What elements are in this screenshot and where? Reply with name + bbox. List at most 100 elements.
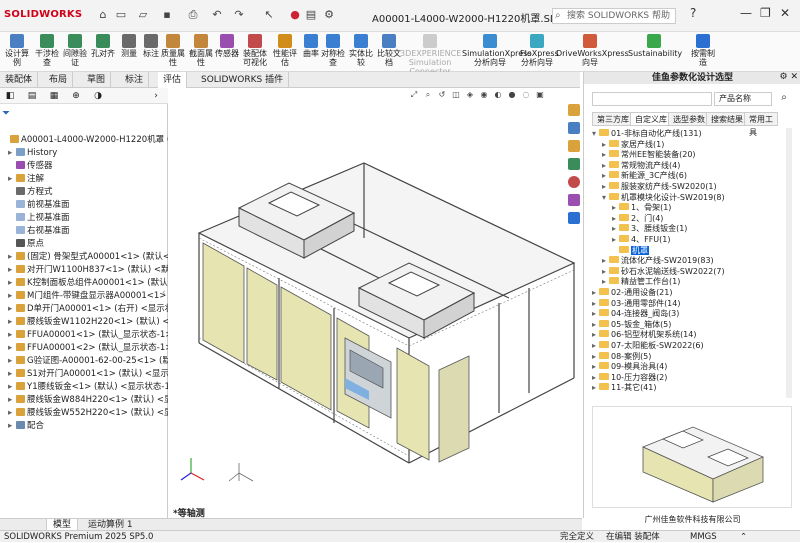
tree-item[interactable]: A00001-L4000-W2000-H1220机罩 (默认 — [0, 134, 168, 146]
expand-toggle[interactable]: ▸ — [8, 147, 16, 159]
ribbon-button[interactable]: 设计算 例 — [2, 34, 32, 70]
ribbon-button[interactable]: 间隙验 证 — [60, 34, 90, 70]
filter-icon[interactable]: ⏷ — [2, 108, 10, 119]
library-item[interactable]: ▸ 3、腰线钣金(1) — [612, 223, 687, 234]
plugin-pane-icon[interactable] — [568, 212, 580, 224]
expand-toggle[interactable]: ▸ — [8, 342, 16, 354]
restore-button[interactable]: ❐ — [760, 6, 771, 20]
tab-2[interactable]: 草图 — [82, 72, 112, 88]
tree-item[interactable]: ▸ (固定) 骨架型式A00001<1> (默认<扰 — [0, 251, 168, 263]
status-expand-icon[interactable]: ⌃ — [740, 531, 747, 543]
property-manager-icon[interactable]: ▤ — [26, 90, 38, 102]
expand-toggle[interactable]: ▸ — [592, 319, 599, 330]
dimxpert-icon[interactable]: ⊕ — [70, 90, 82, 102]
expand-toggle[interactable]: ▸ — [8, 394, 16, 406]
expand-toggle[interactable]: ▸ — [612, 234, 619, 245]
expand-toggle[interactable]: ▸ — [8, 407, 16, 419]
feature-manager-icon[interactable]: ◧ — [4, 90, 16, 102]
tree-item[interactable]: ▸ 腰线钣金W884H220<1> (默认) <显 — [0, 394, 168, 406]
expand-toggle[interactable]: ▸ — [8, 277, 16, 289]
tree-item[interactable]: ▸ 注解 — [0, 173, 168, 185]
select-icon[interactable]: ↖ — [262, 8, 276, 22]
expand-toggle[interactable]: ▸ — [612, 202, 619, 213]
appearances-icon[interactable] — [568, 176, 580, 188]
traffic-light-icon[interactable]: ● — [288, 8, 302, 22]
expand-toggle[interactable]: ▸ — [602, 149, 609, 160]
library-item[interactable]: ▸ 04-连接器_阀岛(3) — [592, 308, 679, 319]
expand-toggle[interactable]: ▸ — [602, 181, 609, 192]
library-item[interactable]: ▸ 09-模具治具(4) — [592, 361, 667, 372]
expand-toggle[interactable]: ▸ — [8, 290, 16, 302]
tree-item[interactable]: ▸ FFUA00001<1> (默认_显示状态-1> — [0, 329, 168, 341]
tree-item[interactable]: 前视基准面 — [0, 199, 168, 211]
tree-item[interactable]: 右视基准面 — [0, 225, 168, 237]
library-item[interactable]: ▸ 家居产线(1) — [602, 139, 664, 150]
library-item[interactable]: ▸ 新能源_3C产线(6) — [602, 170, 687, 181]
tree-item[interactable]: ▸ Y1腰线钣金<1> (默认) <显示状态-1> — [0, 381, 168, 393]
library-item[interactable]: ▸ 10-压力容器(2) — [592, 372, 667, 383]
library-tab[interactable]: 搜索结果 — [706, 112, 748, 125]
gear-icon[interactable]: ⚙ — [322, 8, 336, 22]
collapse-panel-handle[interactable]: ‹ — [162, 288, 166, 298]
expand-toggle[interactable]: ▸ — [602, 255, 609, 266]
tree-item[interactable]: ▸ M门组件-带键盘显示器A00001<1> (默 — [0, 290, 168, 302]
expand-toggle[interactable]: ▸ — [8, 381, 16, 393]
view-palette-icon[interactable] — [568, 158, 580, 170]
library-item[interactable]: ▸ 11-其它(41) — [592, 382, 657, 393]
tree-scrollbar[interactable] — [786, 128, 792, 398]
ribbon-button[interactable]: 实体比 较 — [346, 34, 376, 70]
design-library-icon[interactable] — [568, 122, 580, 134]
ribbon-button[interactable]: 传感器 — [212, 34, 242, 70]
expand-toggle[interactable]: ▾ — [592, 128, 599, 139]
tree-item[interactable]: ▸ K控制面板总组件A00001<1> (默认) < — [0, 277, 168, 289]
library-item[interactable]: ▸ 常州EE智能装备(20) — [602, 149, 696, 160]
expand-toggle[interactable]: ▸ — [612, 213, 619, 224]
ribbon-button[interactable]: SimulationXpress 分析向导 — [462, 34, 532, 70]
display-manager-icon[interactable]: ◑ — [92, 90, 104, 102]
ribbon-button[interactable]: DriveWorksXpress 向导 — [556, 34, 629, 70]
expand-toggle[interactable]: ▸ — [8, 173, 16, 185]
library-tab[interactable]: 第三方库 — [592, 112, 634, 125]
expand-toggle[interactable]: ▸ — [8, 329, 16, 341]
expand-toggle[interactable]: ▸ — [592, 351, 599, 362]
expand-toggle[interactable]: ▸ — [8, 316, 16, 328]
help-search-input[interactable]: ⌕ 搜索 SOLIDWORKS 帮助 — [552, 8, 676, 24]
library-item[interactable]: ▸ 1、骨架(1) — [612, 202, 671, 213]
tab-1[interactable]: 布局 — [44, 72, 74, 88]
search-field-select[interactable]: 产品名称 — [714, 92, 772, 106]
expand-toggle[interactable]: ▸ — [592, 372, 599, 383]
custom-props-icon[interactable] — [568, 194, 580, 206]
expand-toggle[interactable]: ▸ — [8, 355, 16, 367]
expand-toggle[interactable]: ▸ — [602, 276, 609, 287]
ribbon-button[interactable]: 对称检 查 — [318, 34, 348, 70]
expand-toggle[interactable]: ▸ — [592, 340, 599, 351]
tab-0[interactable]: 装配体 — [0, 72, 39, 88]
library-item[interactable]: ▸ 服装家纺产线-SW2020(1) — [602, 181, 717, 192]
tree-item[interactable]: 原点 — [0, 238, 168, 250]
library-item[interactable]: ▸ 02-通用设备(21) — [592, 287, 673, 298]
library-item[interactable]: ▸ 05-钣金_箱体(5) — [592, 319, 671, 330]
library-item[interactable]: ▸ 砂石水泥输送线-SW2022(7) — [602, 266, 725, 277]
tree-item[interactable]: 传感器 — [0, 160, 168, 172]
expand-toggle[interactable]: ▸ — [592, 308, 599, 319]
ribbon-button[interactable]: 干涉检 查 — [32, 34, 62, 70]
tree-item[interactable]: ▸ G验证图-A00001-62-00-25<1> (默 — [0, 355, 168, 367]
expand-toggle[interactable]: ▸ — [592, 329, 599, 340]
minimize-button[interactable]: — — [740, 6, 752, 20]
library-item[interactable]: ▸ 常规物流产线(4) — [602, 160, 680, 171]
expand-toggle[interactable]: ▸ — [8, 264, 16, 276]
file-explorer-icon[interactable] — [568, 140, 580, 152]
library-item[interactable]: ▸ 4、FFU(1) — [612, 234, 670, 245]
file-props-icon[interactable]: ▤ — [304, 8, 318, 22]
library-tab[interactable]: 常用工具 — [744, 112, 778, 137]
expand-toggle[interactable]: ▸ — [602, 170, 609, 181]
open-icon[interactable]: ▱ — [136, 8, 150, 22]
tree-item[interactable]: ▸ 腰线钣金W552H220<1> (默认) <显 — [0, 407, 168, 419]
expand-toggle[interactable]: ▸ — [8, 420, 16, 432]
undo-icon[interactable]: ↶ — [210, 8, 224, 22]
panel-next-icon[interactable]: › — [150, 90, 162, 102]
tree-item[interactable]: 上视基准面 — [0, 212, 168, 224]
help-icon[interactable]: ? — [690, 6, 696, 20]
expand-toggle[interactable]: ▸ — [602, 160, 609, 171]
print-icon[interactable]: ⎙ — [186, 8, 200, 22]
